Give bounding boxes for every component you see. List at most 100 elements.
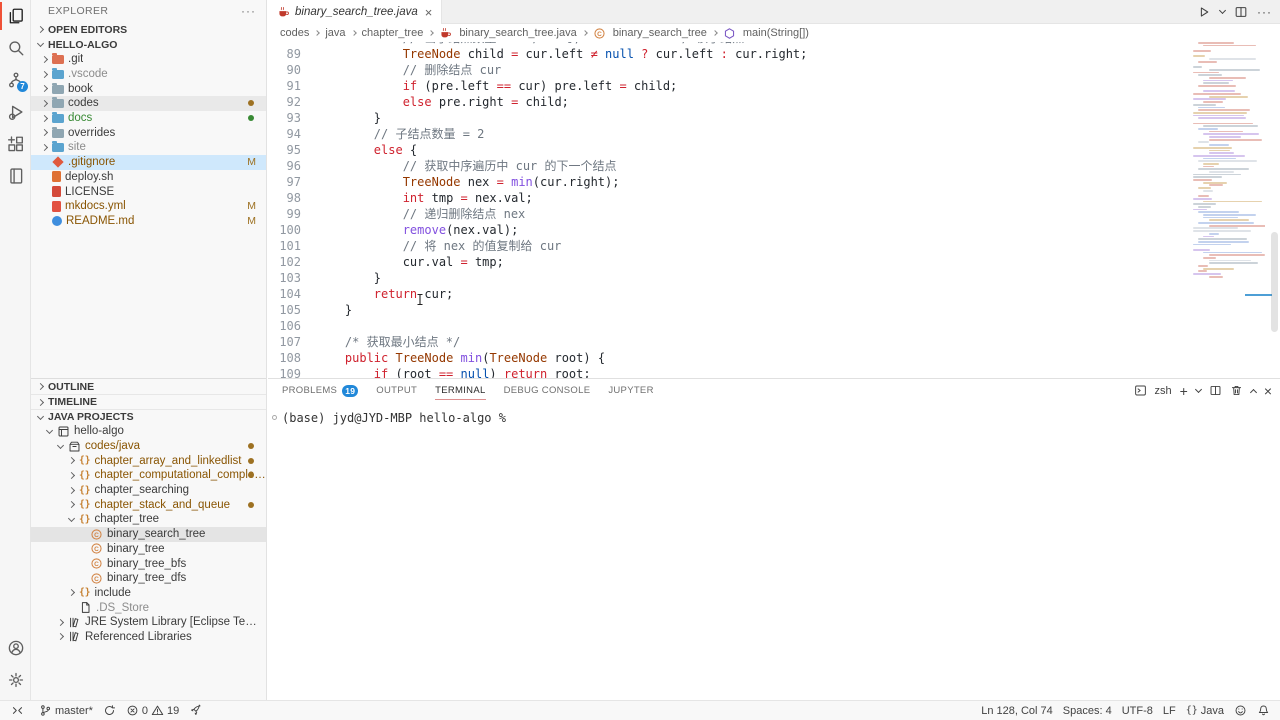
notifications-item[interactable] — [1257, 701, 1270, 720]
file-tree-item--git[interactable]: .git — [31, 52, 266, 67]
launch-item[interactable] — [189, 701, 202, 720]
activity-run-debug-button[interactable] — [0, 96, 31, 128]
activity-search-button[interactable] — [0, 32, 31, 64]
activity-explorer-button[interactable] — [0, 0, 31, 32]
kill-terminal-icon[interactable] — [1230, 384, 1243, 397]
git-modified-badge: M — [247, 200, 256, 212]
file-tree-item--gitignore[interactable]: .gitignore M — [31, 155, 266, 170]
error-count: 0 — [142, 705, 148, 717]
java-tree-item-hello-algo[interactable]: hello-algo — [31, 424, 266, 439]
status-item[interactable]: Spaces: 4 — [1063, 701, 1112, 720]
git-branch-item[interactable]: master* — [39, 701, 93, 720]
java-tree-item-chapter-array-and-linkedlist[interactable]: {} chapter_array_and_linkedlist — [31, 453, 266, 468]
more-actions-button[interactable]: ··· — [241, 4, 256, 18]
shell-icon[interactable] — [1134, 384, 1147, 397]
status-item[interactable]: Ln 128, Col 74 — [981, 701, 1053, 720]
panel-tab-problems[interactable]: PROBLEMS 19 — [282, 379, 358, 402]
activity-source-control-button[interactable]: 7 — [0, 64, 31, 96]
run-button[interactable] — [1197, 5, 1211, 19]
timeline-section[interactable]: TIMELINE — [31, 394, 266, 409]
code-editor[interactable]: 88 // 当子结点数量 = 0 / 1 时, child = null / 该… — [268, 42, 1280, 378]
panel-tab-output[interactable]: OUTPUT — [376, 379, 417, 402]
java-tree-item-codes-java[interactable]: codes/java — [31, 439, 266, 454]
line-number: 99 — [268, 206, 301, 222]
file-tree-item-mkdocs-yml[interactable]: mkdocs.yml M — [31, 199, 266, 214]
java-tree-item-chapter-searching[interactable]: {} chapter_searching — [31, 483, 266, 498]
terminal-dropdown-icon[interactable] — [1195, 385, 1202, 392]
file-tree-item-README-md[interactable]: README.md M — [31, 214, 266, 229]
chevron-right-icon — [68, 501, 75, 508]
activity-account-button[interactable] — [0, 632, 31, 664]
code-line-103: 103 } — [268, 270, 1190, 286]
breadcrumb-item[interactable]: main(String[]) — [723, 24, 809, 42]
file-tree-item-site[interactable]: site — [31, 140, 266, 155]
java-tree-item-binary-search-tree[interactable]: C binary_search_tree — [31, 527, 266, 542]
code-line-105: 105 } — [268, 302, 1190, 318]
svg-text:C: C — [94, 561, 99, 568]
status-item[interactable]: UTF-8 — [1122, 701, 1153, 720]
folder-icon — [52, 143, 64, 152]
remote-indicator[interactable] — [6, 701, 29, 720]
split-editor-icon[interactable] — [1234, 5, 1248, 19]
run-dropdown-icon[interactable] — [1219, 7, 1226, 14]
gitignore-icon — [52, 156, 63, 167]
more-actions-icon[interactable]: ··· — [1257, 5, 1272, 19]
editor-scrollbar[interactable] — [1271, 232, 1278, 332]
status-item[interactable]: LF — [1163, 701, 1176, 720]
method-icon — [723, 27, 736, 40]
breadcrumb-item[interactable]: codes — [280, 24, 309, 42]
tab-binary-search-tree[interactable]: binary_search_tree.java × — [268, 0, 442, 24]
feedback-item[interactable] — [1234, 701, 1247, 720]
java-tree-item-chapter-stack-and-queue[interactable]: {} chapter_stack_and_queue — [31, 497, 266, 512]
breadcrumb-item[interactable]: binary_search_tree.java — [439, 24, 576, 42]
maximize-panel-icon[interactable] — [1250, 388, 1257, 395]
java-tree-item-include[interactable]: {} include — [31, 586, 266, 601]
panel-tab-debug-console[interactable]: DEBUG CONSOLE — [504, 379, 591, 402]
breadcrumb-item[interactable]: java — [325, 24, 345, 42]
namespace-icon: {} — [79, 514, 90, 525]
outline-section[interactable]: OUTLINE — [31, 379, 266, 394]
java-tree-item-chapter-computational-complexity[interactable]: {} chapter_computational_complexity — [31, 468, 266, 483]
close-panel-icon[interactable]: × — [1264, 383, 1272, 399]
terminal[interactable]: (base) jyd@JYD-MBP hello-algo % — [268, 402, 1280, 425]
java-tree-item-binary-tree-bfs[interactable]: C binary_tree_bfs — [31, 556, 266, 571]
problems-item[interactable]: 0 19 — [126, 701, 179, 720]
java-tree-item-Referenced-Libraries[interactable]: Referenced Libraries — [31, 630, 266, 645]
new-terminal-button[interactable]: + — [1180, 386, 1188, 396]
java-tree-item-binary-tree[interactable]: C binary_tree — [31, 542, 266, 557]
breadcrumb-item[interactable]: C binary_search_tree — [593, 24, 707, 42]
java-tree-item-binary-tree-dfs[interactable]: C binary_tree_dfs — [31, 571, 266, 586]
file-tree-item-book[interactable]: book — [31, 81, 266, 96]
minimap[interactable] — [1193, 42, 1265, 372]
file-tree-item-docs[interactable]: docs — [31, 111, 266, 126]
split-terminal-icon[interactable] — [1209, 384, 1222, 397]
panel-tab-terminal[interactable]: TERMINAL — [435, 379, 485, 402]
modified-dot-badge — [248, 100, 254, 106]
java-projects-section[interactable]: JAVA PROJECTS — [31, 409, 266, 424]
code-line-90: 90 // 删除结点 cur — [268, 62, 1190, 78]
code-lines: 88 // 当子结点数量 = 0 / 1 时, child = null / 该… — [268, 42, 1190, 378]
sync-button[interactable] — [103, 701, 116, 720]
terminal-controls: zsh + × — [1134, 383, 1273, 399]
file-tree-item--vscode[interactable]: .vscode — [31, 67, 266, 82]
java-tree-item--DS-Store[interactable]: .DS_Store — [31, 600, 266, 615]
java-tree-item-chapter-tree[interactable]: {} chapter_tree — [31, 512, 266, 527]
shell-label[interactable]: zsh — [1155, 385, 1172, 397]
file-tree-item-deploy-sh[interactable]: deploy.sh — [31, 170, 266, 185]
java-tree-item-JRE-System-Library-Eclipse-Temurin-17-17-[interactable]: JRE System Library [Eclipse Temurin 17 [… — [31, 615, 266, 630]
file-tree-item-overrides[interactable]: overrides — [31, 125, 266, 140]
file-tree-item-LICENSE[interactable]: LICENSE — [31, 184, 266, 199]
activity-settings-button[interactable] — [0, 664, 31, 696]
tab-bar: binary_search_tree.java × ··· — [268, 0, 1280, 24]
language-mode-item[interactable]: {} Java — [1186, 701, 1224, 720]
line-number: 100 — [268, 222, 301, 238]
panel-tab-jupyter[interactable]: JUPYTER — [608, 379, 653, 402]
activity-extensions-button[interactable] — [0, 128, 31, 160]
activity-notebook-button[interactable] — [0, 160, 31, 192]
project-root-section[interactable]: HELLO-ALGO — [31, 37, 266, 52]
tab-close-icon[interactable]: × — [425, 5, 433, 20]
chevron-right-icon — [41, 85, 48, 92]
file-tree-item-codes[interactable]: codes — [31, 96, 266, 111]
open-editors-section[interactable]: OPEN EDITORS — [31, 22, 266, 37]
breadcrumb-item[interactable]: chapter_tree — [362, 24, 424, 42]
